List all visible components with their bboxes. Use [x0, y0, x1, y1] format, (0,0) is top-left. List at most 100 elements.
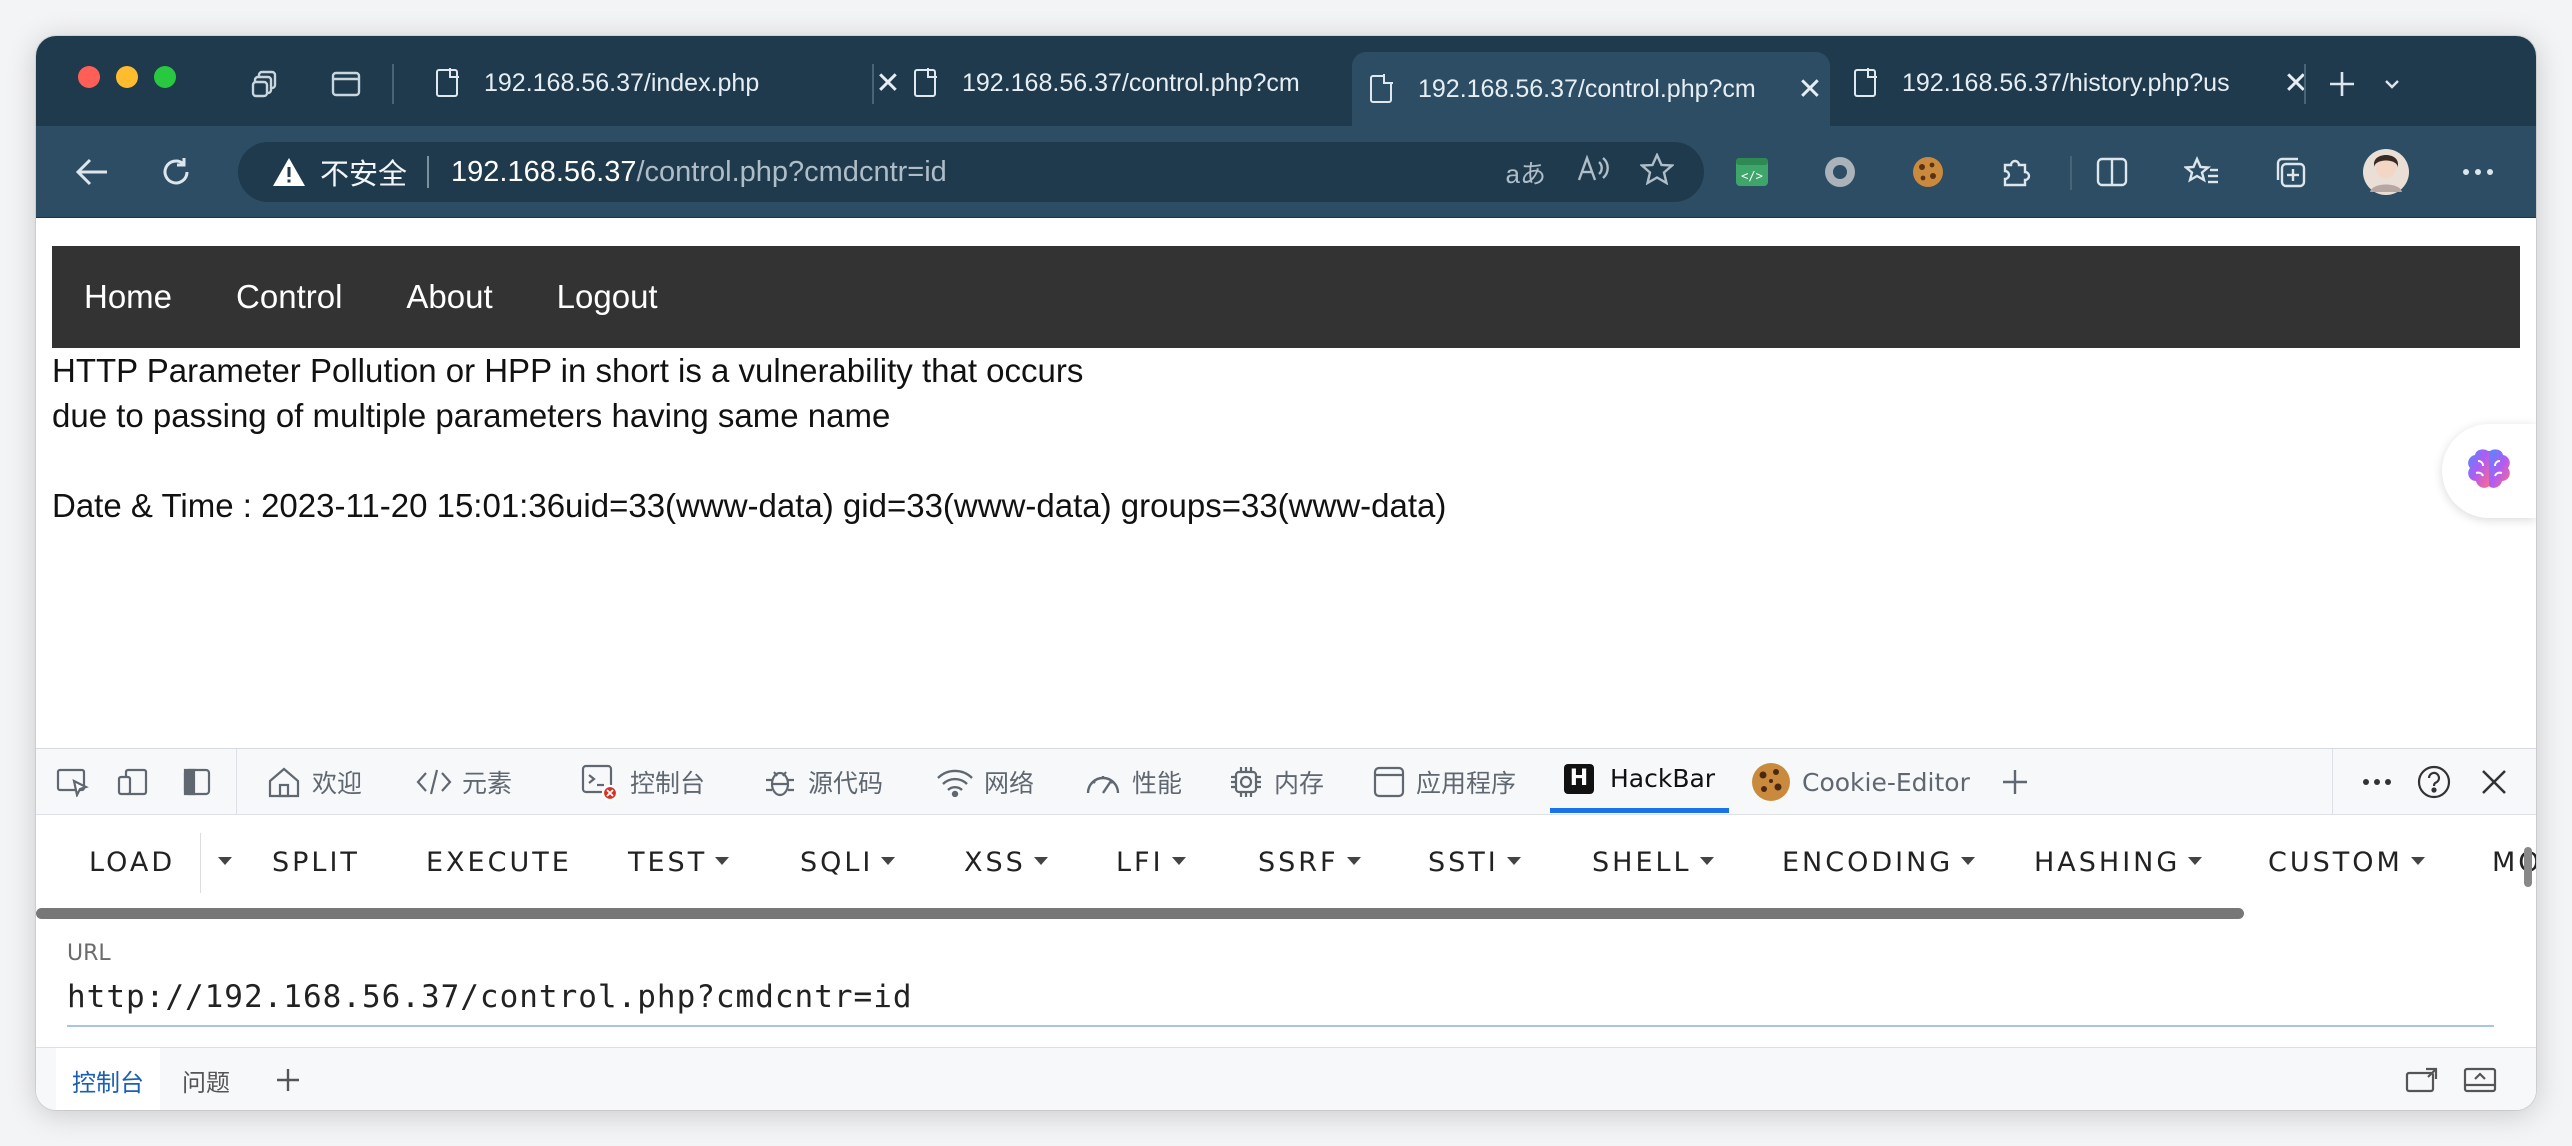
device-emulation-icon[interactable] [116, 749, 160, 815]
tab-cookie-editor[interactable]: Cookie-Editor [1750, 749, 1970, 815]
maximize-window-button[interactable] [154, 66, 176, 88]
tab-label: 应用程序 [1416, 769, 1517, 798]
tab-sources[interactable]: 源代码 [762, 749, 883, 815]
tab-label: 性能 [1132, 769, 1183, 798]
warning-icon[interactable] [272, 157, 306, 187]
inspect-element-icon[interactable] [56, 749, 100, 815]
extensions-puzzle-icon[interactable] [1994, 150, 2038, 194]
load-options-chevron-icon[interactable] [210, 847, 232, 878]
dock-side-icon[interactable] [182, 749, 222, 815]
nav-control-link[interactable]: Control [204, 278, 374, 316]
menu-label: SSRF [1258, 847, 1339, 878]
help-icon[interactable] [2416, 749, 2462, 815]
browser-toolbar: 不安全 192.168.56.37/control.php?cmdcntr=id… [36, 126, 2536, 218]
more-menu-icon[interactable] [2456, 150, 2500, 194]
security-label[interactable]: 不安全 [320, 151, 407, 193]
tab-application[interactable]: 应用程序 [1372, 749, 1516, 815]
favorite-star-icon[interactable] [1638, 151, 1676, 192]
page-icon [1370, 74, 1393, 103]
split-screen-icon[interactable] [2090, 150, 2134, 194]
tab-performance[interactable]: 性能 [1084, 749, 1182, 815]
tab-label: 欢迎 [312, 769, 363, 798]
tab-history[interactable]: 192.168.56.37/history.php?us ✕ [1836, 52, 2316, 114]
wifi-icon [937, 769, 973, 797]
tab-control-active[interactable]: 192.168.56.37/control.php?cm ✕ [1352, 52, 1830, 126]
lfi-menu[interactable]: LFI [1116, 847, 1186, 878]
favorites-icon[interactable] [2180, 150, 2224, 194]
window-controls [78, 66, 176, 88]
collections-icon[interactable] [2268, 150, 2312, 194]
code-extension-icon[interactable]: </> [1730, 150, 1774, 194]
cookie-extension-icon[interactable] [1906, 150, 1950, 194]
nav-about-link[interactable]: About [374, 278, 524, 316]
nav-logout-link[interactable]: Logout [525, 278, 690, 316]
back-button[interactable] [70, 150, 114, 194]
vertical-tabs-icon[interactable] [328, 66, 364, 102]
translate-icon[interactable]: aあ [1506, 154, 1546, 191]
hashing-menu[interactable]: HASHING [2034, 847, 2203, 878]
minimize-window-button[interactable] [116, 66, 138, 88]
vertical-scrollbar[interactable] [2524, 847, 2532, 887]
menu-label: SHELL [1592, 847, 1692, 878]
hackbar-logo-icon: H [1564, 763, 1594, 794]
tab-index[interactable]: 192.168.56.37/index.php ✕ [418, 52, 908, 114]
collapse-drawer-icon[interactable] [2446, 1048, 2514, 1110]
new-tab-button[interactable] [2324, 66, 2360, 102]
close-tab-icon[interactable]: ✕ [1790, 72, 1830, 107]
devtools-divider [236, 749, 237, 815]
url-host[interactable]: 192.168.56.37 [451, 156, 636, 189]
ssrf-menu[interactable]: SSRF [1258, 847, 1361, 878]
url-path[interactable]: /control.php?cmdcntr=id [636, 156, 946, 189]
tab-label: HackBar [1610, 764, 1716, 793]
tab-elements[interactable]: 元素 [416, 749, 512, 815]
tab-list-chevron-down-icon[interactable] [2374, 66, 2410, 102]
encoding-menu[interactable]: ENCODING [1782, 847, 1976, 878]
tab-hackbar[interactable]: H HackBar [1550, 749, 1730, 813]
profile-avatar[interactable] [2360, 146, 2412, 198]
sqli-menu[interactable]: SQLI [800, 847, 896, 878]
page-icon [914, 68, 937, 97]
split-button[interactable]: SPLIT [272, 847, 360, 878]
devtools-more-icon[interactable] [2362, 749, 2402, 815]
address-divider [427, 156, 430, 188]
hackbar-menu: LOAD SPLIT EXECUTE TEST SQLI XSS LFI SSR… [36, 815, 2536, 907]
drawer-tab-issues[interactable]: 问题 [166, 1048, 246, 1110]
tab-label: Cookie-Editor [1802, 767, 1970, 797]
refresh-button[interactable] [154, 150, 198, 194]
devtools-divider [2332, 749, 2333, 815]
tab-welcome[interactable]: 欢迎 [266, 749, 362, 815]
xss-menu[interactable]: XSS [964, 847, 1048, 878]
url-input[interactable]: http://192.168.56.37/control.php?cmdcntr… [67, 979, 2494, 1027]
record-extension-icon[interactable] [1818, 150, 1862, 194]
address-bar[interactable]: 不安全 192.168.56.37/control.php?cmdcntr=id… [238, 142, 1704, 202]
workspaces-icon[interactable] [248, 66, 284, 102]
custom-menu[interactable]: CUSTOM [2268, 847, 2425, 878]
horizontal-scrollbar[interactable] [36, 908, 2244, 919]
close-window-button[interactable] [78, 66, 100, 88]
add-drawer-tab-button[interactable] [258, 1048, 318, 1110]
close-devtools-icon[interactable] [2480, 749, 2518, 815]
ssti-menu[interactable]: SSTI [1428, 847, 1521, 878]
load-button[interactable]: LOAD [89, 847, 175, 878]
drawer-tab-console[interactable]: 控制台 [56, 1048, 160, 1110]
url-label: URL [67, 941, 111, 966]
read-aloud-icon[interactable] [1576, 153, 1610, 191]
test-menu[interactable]: TEST [628, 847, 730, 878]
shell-menu[interactable]: SHELL [1592, 847, 1714, 878]
tab-console[interactable]: 控制台 [580, 749, 705, 815]
description-line-2: due to passing of multiple parameters ha… [52, 397, 891, 434]
execute-button[interactable]: EXECUTE [426, 847, 572, 878]
copilot-brain-button[interactable] [2442, 424, 2536, 518]
tab-memory[interactable]: 内存 [1228, 749, 1324, 815]
tab-label: 控制台 [630, 769, 706, 798]
nav-home-link[interactable]: Home [52, 278, 204, 316]
tab-control-1[interactable]: 192.168.56.37/control.php?cm ✕ [896, 52, 1386, 114]
tab-divider [872, 64, 874, 104]
tab-network[interactable]: 网络 [936, 749, 1034, 815]
tab-label: 内存 [1274, 769, 1325, 798]
bug-icon [766, 771, 794, 797]
tab-title: 192.168.56.37/control.php?cm [1418, 74, 1756, 103]
add-panel-button[interactable] [2000, 749, 2040, 815]
tab-label: 源代码 [808, 769, 884, 798]
close-tab-icon[interactable]: ✕ [2276, 66, 2316, 101]
